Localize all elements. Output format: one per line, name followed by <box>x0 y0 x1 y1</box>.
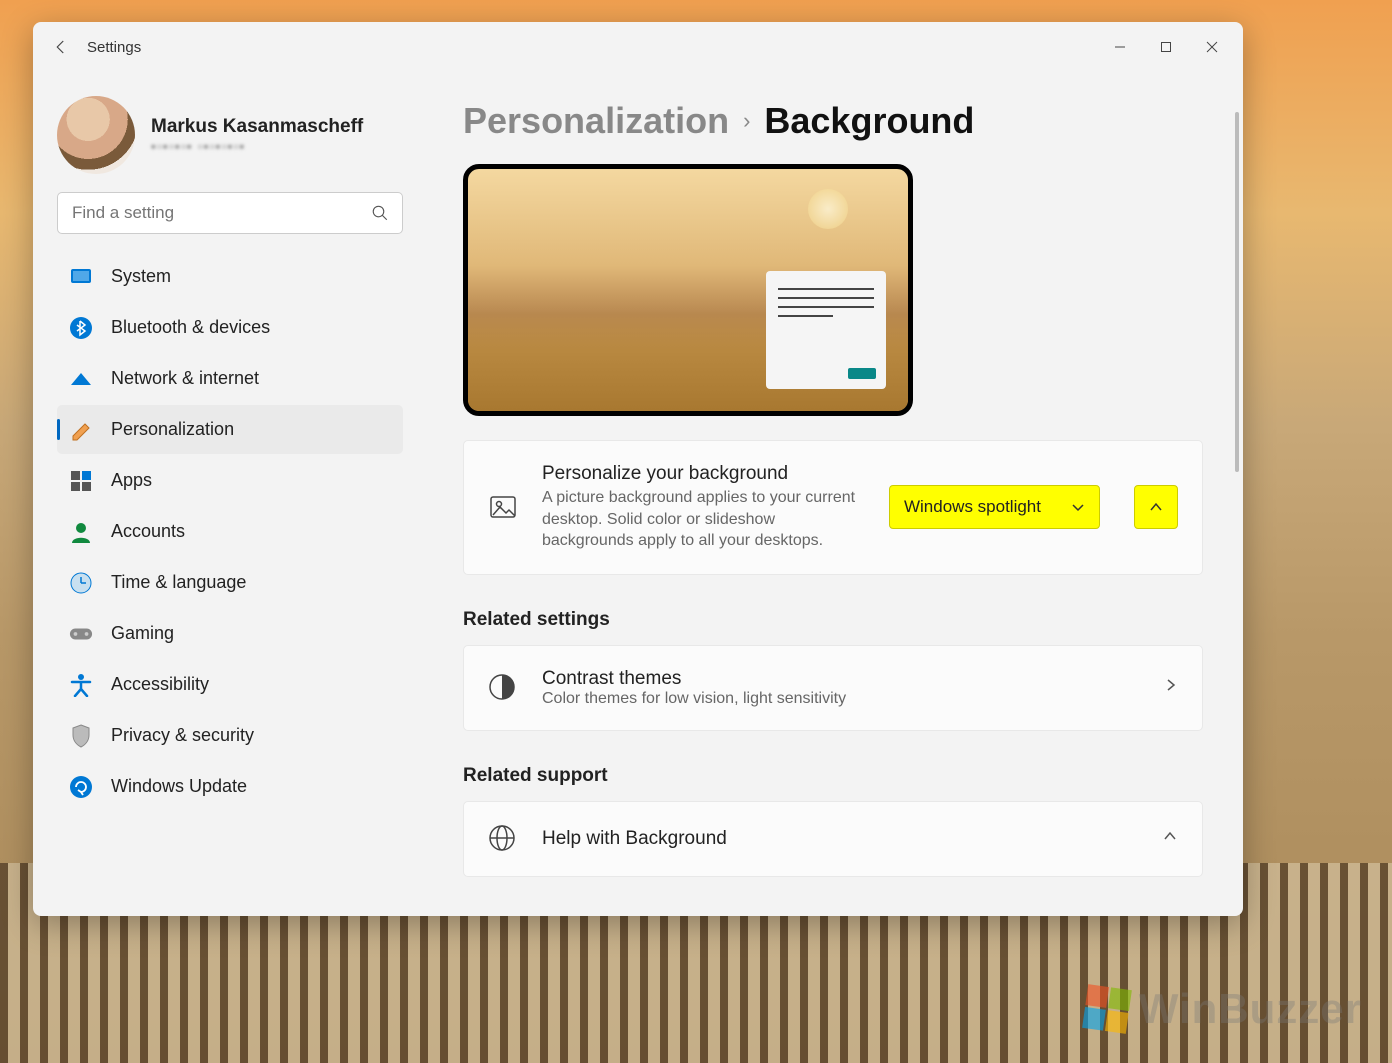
chevron-up-icon <box>1162 828 1178 849</box>
accounts-icon <box>69 520 93 544</box>
sidebar-item-label: Accounts <box>111 521 185 542</box>
personalization-icon <box>69 418 93 442</box>
gaming-icon <box>69 622 93 646</box>
personalize-background-card: Personalize your background A picture ba… <box>463 440 1203 575</box>
preview-window-mock <box>766 271 886 389</box>
sidebar-item-accessibility[interactable]: Accessibility <box>57 660 403 709</box>
sidebar-item-label: Privacy & security <box>111 725 254 746</box>
picture-icon <box>488 492 518 522</box>
avatar <box>57 96 135 174</box>
chevron-down-icon <box>1071 500 1085 514</box>
back-button[interactable] <box>41 27 81 67</box>
sidebar-item-update[interactable]: Windows Update <box>57 762 403 811</box>
help-background-card[interactable]: Help with Background <box>463 801 1203 877</box>
search-input[interactable] <box>57 192 403 234</box>
network-icon <box>69 367 93 391</box>
accessibility-icon <box>69 673 93 697</box>
page-title: Background <box>764 100 974 142</box>
chevron-right-icon <box>1164 678 1178 697</box>
sidebar-item-bluetooth[interactable]: Bluetooth & devices <box>57 303 403 352</box>
expand-card-button[interactable] <box>1134 485 1178 529</box>
search-icon <box>371 204 389 227</box>
settings-window: Settings Markus Kasanmascheff ▪▫▪▫▪▫▪ ▫▪… <box>33 22 1243 916</box>
related-description: Color themes for low vision, light sensi… <box>542 690 846 708</box>
minimize-icon <box>1114 41 1126 53</box>
window-title: Settings <box>87 39 141 56</box>
scrollbar[interactable] <box>1235 112 1239 472</box>
profile-email: ▪▫▪▫▪▫▪ ▫▪▫▪▫▪▫▪ <box>151 138 363 154</box>
apps-icon <box>69 469 93 493</box>
watermark: WinBuzzer <box>1085 985 1362 1033</box>
sidebar-item-label: Accessibility <box>111 674 209 695</box>
chevron-up-icon <box>1148 499 1164 515</box>
arrow-left-icon <box>52 38 70 56</box>
bluetooth-icon <box>69 316 93 340</box>
watermark-logo-icon <box>1082 984 1132 1034</box>
profile-block[interactable]: Markus Kasanmascheff ▪▫▪▫▪▫▪ ▫▪▫▪▫▪▫▪ <box>57 84 403 192</box>
setting-description: A picture background applies to your cur… <box>542 487 865 552</box>
maximize-button[interactable] <box>1143 27 1189 67</box>
titlebar: Settings <box>33 22 1243 72</box>
sidebar-item-label: Bluetooth & devices <box>111 317 270 338</box>
background-type-dropdown[interactable]: Windows spotlight <box>889 485 1100 529</box>
related-title: Contrast themes <box>542 668 846 690</box>
system-icon <box>69 265 93 289</box>
sidebar-item-network[interactable]: Network & internet <box>57 354 403 403</box>
sidebar-item-apps[interactable]: Apps <box>57 456 403 505</box>
sidebar: Markus Kasanmascheff ▪▫▪▫▪▫▪ ▫▪▫▪▫▪▫▪ Sy… <box>33 72 423 916</box>
related-title: Help with Background <box>542 828 727 850</box>
nav-list: System Bluetooth & devices Network & int… <box>57 252 403 811</box>
main-content: Personalization › Background Personalize… <box>423 72 1243 916</box>
breadcrumb: Personalization › Background <box>463 100 1203 142</box>
desktop-preview <box>463 164 913 416</box>
sidebar-item-privacy[interactable]: Privacy & security <box>57 711 403 760</box>
sidebar-item-accounts[interactable]: Accounts <box>57 507 403 556</box>
close-icon <box>1206 41 1218 53</box>
sidebar-item-label: Apps <box>111 470 152 491</box>
related-settings-heading: Related settings <box>463 609 1203 631</box>
sidebar-item-label: System <box>111 266 171 287</box>
sidebar-item-label: Network & internet <box>111 368 259 389</box>
contrast-icon <box>488 673 518 703</box>
time-icon <box>69 571 93 595</box>
privacy-icon <box>69 724 93 748</box>
sidebar-item-label: Time & language <box>111 572 246 593</box>
minimize-button[interactable] <box>1097 27 1143 67</box>
sidebar-item-system[interactable]: System <box>57 252 403 301</box>
globe-icon <box>488 824 518 854</box>
contrast-themes-card[interactable]: Contrast themes Color themes for low vis… <box>463 645 1203 731</box>
related-support-heading: Related support <box>463 765 1203 787</box>
sidebar-item-label: Personalization <box>111 419 234 440</box>
breadcrumb-parent[interactable]: Personalization <box>463 100 729 142</box>
update-icon <box>69 775 93 799</box>
dropdown-value: Windows spotlight <box>904 497 1041 517</box>
sidebar-item-label: Windows Update <box>111 776 247 797</box>
watermark-text: WinBuzzer <box>1139 985 1362 1033</box>
chevron-right-icon: › <box>743 108 750 134</box>
sidebar-item-label: Gaming <box>111 623 174 644</box>
sidebar-item-gaming[interactable]: Gaming <box>57 609 403 658</box>
maximize-icon <box>1160 41 1172 53</box>
sidebar-item-personalization[interactable]: Personalization <box>57 405 403 454</box>
sidebar-item-time[interactable]: Time & language <box>57 558 403 607</box>
profile-name: Markus Kasanmascheff <box>151 116 363 138</box>
close-button[interactable] <box>1189 27 1235 67</box>
setting-title: Personalize your background <box>542 463 865 485</box>
